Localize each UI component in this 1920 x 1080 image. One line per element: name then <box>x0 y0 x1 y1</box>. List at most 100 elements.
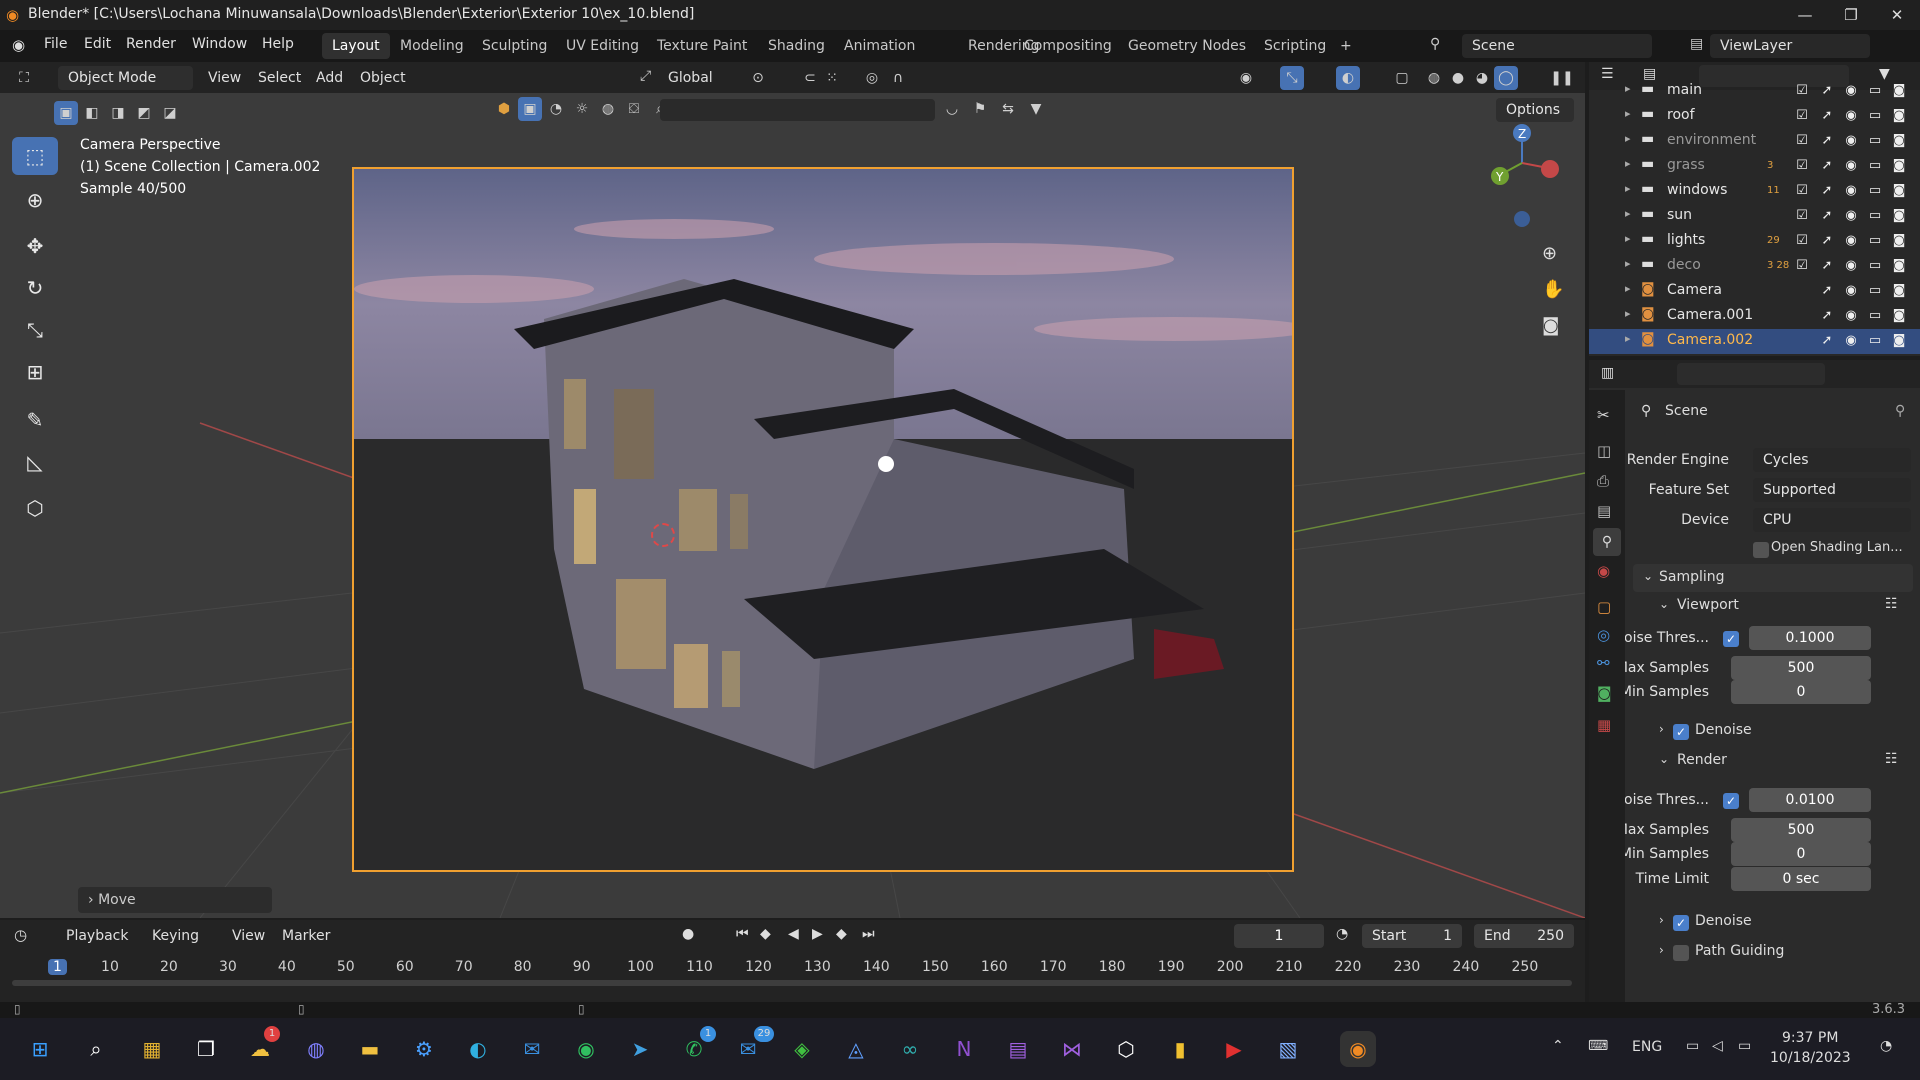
r-min-field[interactable]: 0 <box>1731 842 1871 866</box>
outliner-item[interactable]: ▸ ▬ deco 3 28 ☑ ➚ ◉ ▭ ◙ <box>1589 254 1920 279</box>
battery-icon[interactable]: ▭ <box>1738 1038 1751 1054</box>
vp-max-field[interactable]: 500 <box>1731 656 1871 680</box>
selectable-icon[interactable]: ➚ <box>1819 158 1835 174</box>
notifications-icon[interactable]: ◔ <box>1880 1038 1892 1054</box>
selectable-icon[interactable]: ➚ <box>1819 283 1835 299</box>
selectable-icon[interactable]: ➚ <box>1819 133 1835 149</box>
scene-tab-icon[interactable]: ⚲ <box>1593 528 1621 556</box>
close-button[interactable]: ✕ <box>1874 0 1920 30</box>
tab-texture-paint[interactable]: Texture Paint <box>647 33 757 59</box>
cursor-tool[interactable]: ⊕ <box>12 181 58 219</box>
render-disable-icon[interactable]: ◙ <box>1891 233 1907 249</box>
vp-denoise-checkbox[interactable]: ✓ <box>1673 724 1689 740</box>
render-disable-icon[interactable]: ◙ <box>1891 108 1907 124</box>
exclude-checkbox[interactable]: ☑ <box>1794 233 1810 249</box>
pan-hand-icon[interactable]: ✋ <box>1542 279 1564 300</box>
timeline-frames[interactable]: 1 10 20 30 40 50 60 70 80 90 100 110 120 130 140 150 160… <box>0 920 1585 1002</box>
exclude-checkbox[interactable]: ☑ <box>1794 258 1810 274</box>
xbox-icon[interactable]: ◈ <box>784 1031 820 1067</box>
outliner-item[interactable]: ▸ ▬ main ☑ ➚ ◉ ▭ ◙ <box>1589 79 1920 104</box>
properties-search-field[interactable] <box>1677 363 1825 385</box>
tab-animation[interactable]: Animation <box>834 33 925 59</box>
language-indicator[interactable]: ENG <box>1632 1039 1662 1055</box>
expand-arrow-icon[interactable]: ▸ <box>1625 182 1631 195</box>
clock-date[interactable]: 10/18/2023 <box>1770 1050 1851 1066</box>
orientation-dropdown[interactable]: Global <box>668 66 713 90</box>
proportional-edit-icon[interactable]: ◎ <box>860 66 884 90</box>
volume-icon[interactable]: ◁ <box>1712 1038 1723 1054</box>
expand-arrow-icon[interactable]: ▸ <box>1625 207 1631 220</box>
visibility-icon[interactable]: ◉ <box>1843 233 1859 249</box>
task-view-icon[interactable]: ❐ <box>188 1031 224 1067</box>
tool-tab-icon[interactable]: ✂ <box>1597 406 1610 424</box>
menu-select[interactable]: Select <box>258 66 301 90</box>
snap-icon[interactable]: ⊂ <box>798 66 822 90</box>
selectable-icon[interactable]: ➚ <box>1819 183 1835 199</box>
object-tab-icon[interactable]: ▢ <box>1597 598 1611 616</box>
premiere-icon[interactable]: ▤ <box>1000 1031 1036 1067</box>
transform-tool[interactable]: ⊞ <box>12 353 58 391</box>
tab-modeling[interactable]: Modeling <box>390 33 474 59</box>
3d-viewport[interactable]: ⬚ ⊕ ✥ ↻ ⤡ ⊞ ✎ ◺ ⬡ ▣ ◧ ◨ ◩ ◪ ⬢ ▣ ◔ ☼ ◍ ⛋ … <box>0 93 1585 918</box>
restore-button[interactable]: ❐ <box>1828 0 1874 30</box>
viewport-disable-icon[interactable]: ▭ <box>1867 83 1883 99</box>
vp-noise-field[interactable]: 0.1000 <box>1749 626 1871 650</box>
render-disable-icon[interactable]: ◙ <box>1891 333 1907 349</box>
material-shading-icon[interactable]: ◕ <box>1470 66 1494 90</box>
chevron-right-icon[interactable]: › <box>1659 913 1664 927</box>
visibility-icon[interactable]: ◉ <box>1843 133 1859 149</box>
chevron-down-icon[interactable]: ⌄ <box>1659 597 1669 611</box>
youtube-icon[interactable]: ▶ <box>1216 1031 1252 1067</box>
viewport-disable-icon[interactable]: ▭ <box>1867 308 1883 324</box>
render-disable-icon[interactable]: ◙ <box>1891 133 1907 149</box>
render-disable-icon[interactable]: ◙ <box>1891 83 1907 99</box>
timeline-scrollbar[interactable] <box>12 980 1572 986</box>
chat-icon[interactable]: ◍ <box>298 1031 334 1067</box>
visibility-icon[interactable]: ◉ <box>1843 283 1859 299</box>
outliner-item[interactable]: ▸ ◙ Camera ➚ ◉ ▭ ◙ <box>1589 279 1920 304</box>
selectable-icon[interactable]: ➚ <box>1819 308 1835 324</box>
filter-icon[interactable]: ▼ <box>1024 97 1048 121</box>
selectable-icon[interactable]: ➚ <box>1819 83 1835 99</box>
viewport-disable-icon[interactable]: ▭ <box>1867 133 1883 149</box>
selectable-icon[interactable]: ➚ <box>1819 208 1835 224</box>
annotate-tool[interactable]: ✎ <box>12 401 58 439</box>
viewport-disable-icon[interactable]: ▭ <box>1867 333 1883 349</box>
editor-type-icon[interactable]: ⛶ <box>12 66 36 90</box>
expand-arrow-icon[interactable]: ▸ <box>1625 282 1631 295</box>
move-tool[interactable]: ✥ <box>12 227 58 265</box>
bookmark-icon[interactable]: ⚑ <box>968 97 992 121</box>
filter-camera-icon[interactable]: ◍ <box>596 97 620 121</box>
visibility-icon[interactable]: ◉ <box>1843 83 1859 99</box>
render-disable-icon[interactable]: ◙ <box>1891 308 1907 324</box>
blender-menu-icon[interactable]: ◉ <box>12 36 25 54</box>
exclude-checkbox[interactable]: ☑ <box>1794 108 1810 124</box>
r-noise-field[interactable]: 0.0100 <box>1749 788 1871 812</box>
photos-icon[interactable]: ▧ <box>1270 1031 1306 1067</box>
visibility-icon[interactable]: ◉ <box>1843 108 1859 124</box>
vp-noise-checkbox[interactable]: ✓ <box>1723 631 1739 647</box>
outliner-item[interactable]: ▸ ◙ Camera.002 ➚ ◉ ▭ ◙ <box>1589 329 1920 354</box>
visual-studio-icon[interactable]: ⋈ <box>1054 1031 1090 1067</box>
texture-tab-icon[interactable]: ▦ <box>1597 716 1611 734</box>
select-invert-icon[interactable]: ◩ <box>132 101 156 125</box>
osl-checkbox[interactable]: ✓ <box>1753 542 1769 558</box>
render-disable-icon[interactable]: ◙ <box>1891 208 1907 224</box>
chevron-right-icon[interactable]: › <box>1659 943 1664 957</box>
tab-geometry-nodes[interactable]: Geometry Nodes <box>1118 33 1256 59</box>
tab-compositing[interactable]: Compositing <box>1014 33 1122 59</box>
viewport-disable-icon[interactable]: ▭ <box>1867 158 1883 174</box>
object-types-icon[interactable]: ⬢ <box>492 97 516 121</box>
pivot-icon[interactable]: ⊙ <box>746 66 770 90</box>
selectable-icon[interactable]: ➚ <box>1819 233 1835 249</box>
render-engine-dropdown[interactable]: Cycles <box>1753 448 1911 472</box>
device-dropdown[interactable]: CPU <box>1753 508 1911 532</box>
viewport-disable-icon[interactable]: ▭ <box>1867 108 1883 124</box>
search-icon[interactable]: ⌕ <box>78 1031 114 1067</box>
gizmo-icon[interactable]: ⤡ <box>1280 66 1304 90</box>
file-explorer-icon[interactable]: ▬ <box>352 1031 388 1067</box>
tab-scripting[interactable]: Scripting <box>1254 33 1336 59</box>
viewlayer-selector[interactable]: ViewLayer <box>1710 34 1870 58</box>
expand-arrow-icon[interactable]: ▸ <box>1625 307 1631 320</box>
data-tab-icon[interactable]: ◙ <box>1597 684 1612 702</box>
